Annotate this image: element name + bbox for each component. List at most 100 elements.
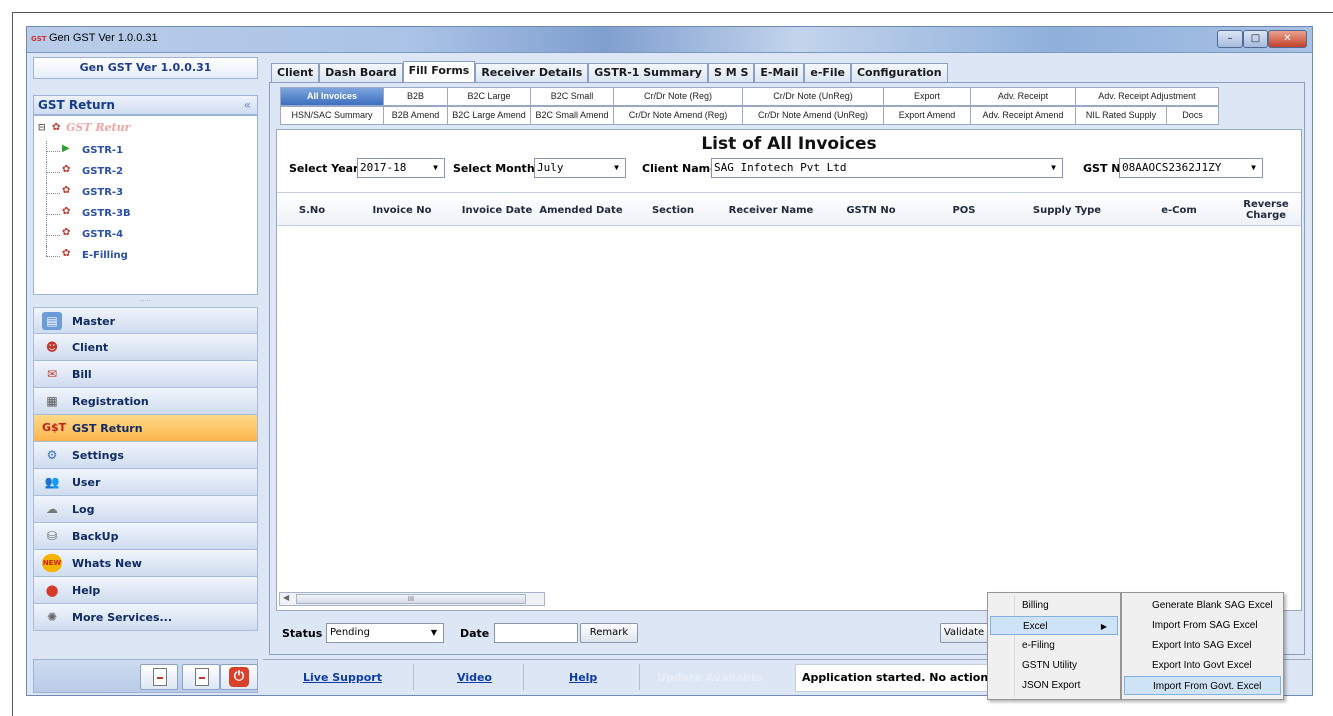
menu-e-filing[interactable]: e-Filing	[990, 636, 1118, 655]
subtab-cr-dr-note-amend-unreg[interactable]: Cr/Dr Note Amend (UnReg)	[742, 106, 884, 125]
subtab-b2b[interactable]: B2B	[383, 87, 448, 106]
tree-item-gstr-3b[interactable]: ✿ GSTR-3B	[34, 204, 257, 225]
subtab-nil-rated-supply[interactable]: NIL Rated Supply	[1075, 106, 1167, 125]
subtab-docs[interactable]: Docs	[1166, 106, 1219, 125]
menu-json-export[interactable]: JSON Export	[990, 676, 1118, 695]
minimize-button[interactable]: –	[1217, 30, 1243, 48]
subtab-b2b-amend[interactable]: B2B Amend	[383, 106, 448, 125]
subtab-cr-dr-note-amend-reg[interactable]: Cr/Dr Note Amend (Reg)	[613, 106, 743, 125]
col-invoice-date[interactable]: Invoice Date	[457, 193, 537, 227]
gst-no-dropdown[interactable]: 08AAOCS2362J1ZY ▼	[1119, 158, 1263, 178]
close-button[interactable]: ✕	[1268, 30, 1307, 48]
form-sub-tabs: All Invoices B2B B2C Large B2C Small Cr/…	[280, 87, 1298, 125]
nav-settings[interactable]: ⚙ Settings	[33, 442, 258, 469]
panel-splitter[interactable]: ·····	[33, 295, 258, 307]
document-button[interactable]	[140, 664, 178, 690]
power-button[interactable]: ⏻	[220, 664, 258, 690]
collapse-icon[interactable]: «	[244, 96, 251, 114]
window-title: Gen GST Ver 1.0.0.31	[49, 32, 158, 44]
client-name-dropdown[interactable]: SAG Infotech Pvt Ltd ▼	[711, 158, 1063, 178]
subtab-b2c-large-amend[interactable]: B2C Large Amend	[447, 106, 531, 125]
tree-item-label: GSTR-4	[82, 229, 124, 240]
menu-export-into-govt-excel[interactable]: Export Into Govt Excel	[1124, 656, 1281, 675]
subtab-adv-receipt-amend[interactable]: Adv. Receipt Amend	[970, 106, 1076, 125]
subtab-b2c-small[interactable]: B2C Small	[530, 87, 614, 106]
menu-import-from-govt-excel[interactable]: Import From Govt. Excel	[1124, 676, 1281, 695]
scroll-thumb[interactable]: III	[296, 594, 526, 604]
remark-button[interactable]: Remark	[580, 623, 638, 643]
tab-configuration[interactable]: Configuration	[850, 63, 948, 82]
menu-export-into-sag-excel[interactable]: Export Into SAG Excel	[1124, 636, 1281, 655]
nav-backup[interactable]: ⛁ BackUp	[33, 523, 258, 550]
menu-generate-blank-sag-excel[interactable]: Generate Blank SAG Excel	[1124, 596, 1281, 615]
nav-more-services[interactable]: ✺ More Services...	[33, 604, 258, 631]
nav-user[interactable]: 👥 User	[33, 469, 258, 496]
date-field[interactable]	[494, 623, 578, 643]
col-sno[interactable]: S.No	[277, 193, 347, 227]
update-available-link[interactable]: Update Available	[657, 668, 762, 688]
nav-registration[interactable]: ▦ Registration	[33, 388, 258, 415]
tree-item-e-filling[interactable]: ✿ E-Filling	[34, 246, 257, 267]
live-support-link[interactable]: Live Support	[303, 668, 382, 688]
tab-dash-board[interactable]: Dash Board	[319, 63, 403, 82]
nav-gst-return[interactable]: G$T GST Return	[33, 415, 258, 442]
submenu-arrow-icon: ▶	[1100, 622, 1107, 631]
col-gstn-no[interactable]: GSTN No	[821, 193, 921, 227]
subtab-adv-receipt-adjustment[interactable]: Adv. Receipt Adjustment	[1075, 87, 1219, 106]
collapse-box-icon[interactable]: ⊟	[38, 123, 46, 133]
nav-master[interactable]: ▤ Master	[33, 307, 258, 334]
nav-bill[interactable]: ✉ Bill	[33, 361, 258, 388]
tab-e-mail[interactable]: E-Mail	[754, 63, 805, 82]
menu-excel[interactable]: Excel ▶	[990, 616, 1118, 635]
tab-receiver-details[interactable]: Receiver Details	[475, 63, 589, 82]
tab-e-file[interactable]: e-File	[804, 63, 851, 82]
tab-sms[interactable]: S M S	[707, 63, 755, 82]
menu-gstn-utility[interactable]: GSTN Utility	[990, 656, 1118, 675]
subtab-all-invoices[interactable]: All Invoices	[280, 87, 384, 106]
subtab-export[interactable]: Export	[883, 87, 971, 106]
validate-button[interactable]: Validate	[940, 623, 988, 643]
subtab-hsn-sac-summary[interactable]: HSN/SAC Summary	[280, 106, 384, 125]
maximize-button[interactable]: □	[1243, 30, 1268, 48]
tree-item-gstr-3[interactable]: ✿ GSTR-3	[34, 183, 257, 204]
help-link[interactable]: Help	[569, 668, 597, 688]
status-message: Application started. No action yet	[795, 664, 1015, 692]
nav-help[interactable]: ● Help	[33, 577, 258, 604]
nav-log[interactable]: ☁ Log	[33, 496, 258, 523]
horizontal-scrollbar[interactable]: ◀ III	[279, 592, 545, 606]
nav-label: More Services...	[72, 611, 173, 624]
col-e-com[interactable]: e-Com	[1127, 193, 1231, 227]
select-month-label: Select Month	[453, 162, 535, 175]
col-amended-date[interactable]: Amended Date	[537, 193, 625, 227]
tree-item-gstr-4[interactable]: ✿ GSTR-4	[34, 225, 257, 246]
subtab-cr-dr-note-unreg[interactable]: Cr/Dr Note (UnReg)	[742, 87, 884, 106]
subtab-b2c-large[interactable]: B2C Large	[447, 87, 531, 106]
subtab-b2c-small-amend[interactable]: B2C Small Amend	[530, 106, 614, 125]
col-supply-type[interactable]: Supply Type	[1007, 193, 1127, 227]
subtab-cr-dr-note-reg[interactable]: Cr/Dr Note (Reg)	[613, 87, 743, 106]
video-link[interactable]: Video	[457, 668, 492, 688]
col-pos[interactable]: POS	[921, 193, 1007, 227]
scroll-left-icon[interactable]: ◀	[283, 593, 289, 602]
col-invoice-no[interactable]: Invoice No	[347, 193, 457, 227]
menu-billing[interactable]: Billing	[990, 596, 1118, 615]
tab-gstr-1-summary[interactable]: GSTR-1 Summary	[588, 63, 708, 82]
subtab-adv-receipt[interactable]: Adv. Receipt	[970, 87, 1076, 106]
document-button-2[interactable]	[182, 664, 220, 690]
tree-item-gstr-2[interactable]: ✿ GSTR-2	[34, 162, 257, 183]
nav-whats-new[interactable]: NEW Whats New	[33, 550, 258, 577]
nav-client[interactable]: ☻ Client	[33, 334, 258, 361]
tree-root[interactable]: ⊟ ✿ GST Retur	[34, 120, 257, 141]
title-bar[interactable]: GST Gen GST Ver 1.0.0.31 – □ ✕	[27, 27, 1312, 53]
col-reverse-charge[interactable]: Reverse Charge	[1231, 193, 1301, 227]
tab-client[interactable]: Client	[271, 63, 320, 82]
select-month-dropdown[interactable]: July ▼	[534, 158, 626, 178]
tab-fill-forms[interactable]: Fill Forms	[402, 61, 476, 82]
subtab-export-amend[interactable]: Export Amend	[883, 106, 971, 125]
select-year-dropdown[interactable]: 2017-18 ▼	[357, 158, 445, 178]
col-receiver-name[interactable]: Receiver Name	[721, 193, 821, 227]
menu-import-from-sag-excel[interactable]: Import From SAG Excel	[1124, 616, 1281, 635]
status-dropdown[interactable]: Pending ▼	[326, 623, 444, 643]
col-section[interactable]: Section	[625, 193, 721, 227]
tree-item-gstr-1[interactable]: ▶ GSTR-1	[34, 141, 257, 162]
